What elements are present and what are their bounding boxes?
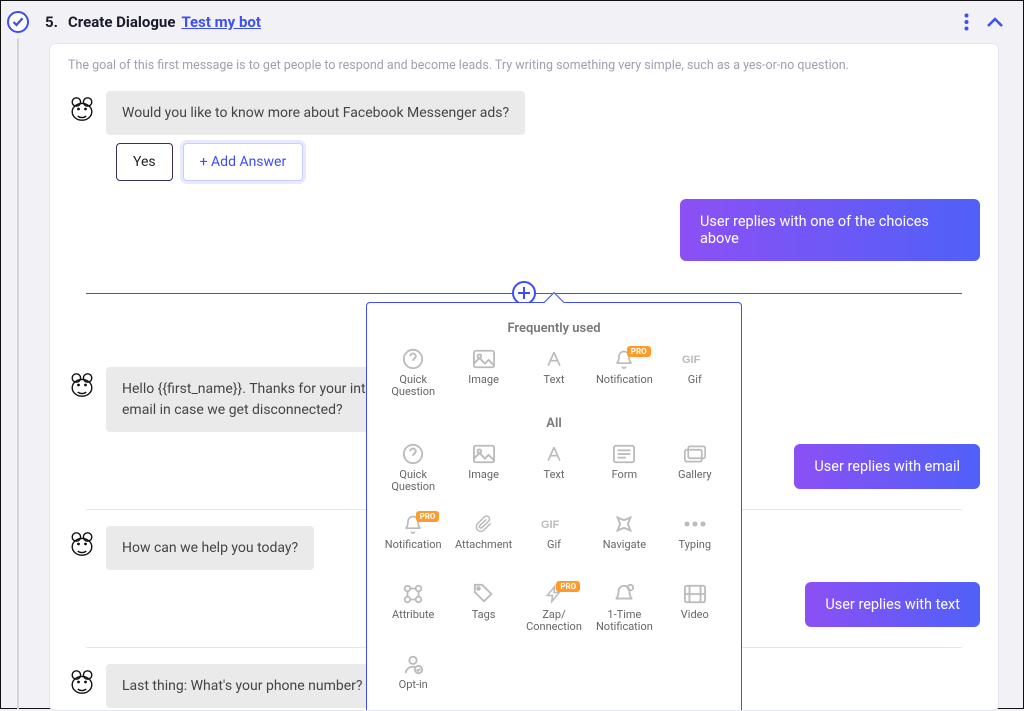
chevron-up-icon[interactable]	[987, 17, 1003, 27]
widget-tile-label: Navigate	[603, 539, 646, 551]
widget-tile-label: Zap/ Connection	[520, 609, 588, 633]
widget-tile-zap-connection[interactable]: PRO Zap/ Connection	[520, 583, 588, 641]
monkey-avatar-icon	[68, 95, 96, 123]
text-icon	[541, 443, 567, 465]
widget-tile-text[interactable]: Text	[520, 348, 588, 406]
popover-heading-frequent: Frequently used	[371, 321, 737, 336]
typing-icon	[682, 513, 708, 535]
pro-badge: PRO	[556, 581, 580, 592]
widget-tile-image[interactable]: Image	[449, 443, 517, 501]
bot-message[interactable]: Last thing: What's your phone number?	[106, 664, 379, 708]
widget-tile-form[interactable]: Form	[590, 443, 658, 501]
widget-tile-label: Video	[681, 609, 709, 621]
widget-tile-quick-question[interactable]: Quick Question	[379, 348, 447, 406]
form-icon	[611, 443, 637, 465]
widget-picker-popover: Frequently used Quick Question Image Text P…	[366, 302, 742, 711]
step-complete-check-icon	[7, 11, 29, 33]
add-answer-button[interactable]: + Add Answer	[183, 143, 304, 181]
widget-tile-notification[interactable]: PRO Notification	[590, 348, 658, 406]
image-icon	[471, 348, 497, 370]
image-icon	[471, 443, 497, 465]
svg-text:GIF: GIF	[541, 519, 560, 531]
widget-tile-gallery[interactable]: Gallery	[661, 443, 729, 501]
widget-tile-gif[interactable]: GIF Gif	[520, 513, 588, 571]
widget-tile-label: Opt-in	[399, 679, 428, 691]
step-title: Create Dialogue	[68, 13, 175, 31]
monkey-avatar-icon	[68, 371, 96, 399]
step-number: 5.	[45, 13, 58, 31]
widget-tile-label: Gallery	[678, 469, 712, 481]
widget-tile-label: Gif	[688, 374, 702, 386]
widget-tile-tags[interactable]: Tags	[449, 583, 517, 641]
widget-tile-label: Text	[544, 469, 565, 481]
one-time-notification-icon	[611, 583, 637, 605]
step-connector-line	[17, 38, 19, 709]
text-icon	[541, 348, 567, 370]
widget-tile-label: Typing	[679, 539, 711, 551]
svg-text:GIF: GIF	[682, 354, 701, 366]
monkey-avatar-icon	[68, 530, 96, 558]
widget-tile-label: 1-Time Notification	[590, 609, 658, 633]
video-icon	[682, 583, 708, 605]
widget-tile-notification[interactable]: PRO Notification	[379, 513, 447, 571]
gallery-icon	[682, 443, 708, 465]
dialogue-card: The goal of this first message is to get…	[49, 43, 999, 711]
widget-tile-label: Gif	[547, 539, 561, 551]
widget-tile-label: Quick Question	[379, 374, 447, 398]
gif-icon: GIF	[682, 348, 708, 370]
pro-badge: PRO	[627, 346, 651, 357]
widget-tile-gif[interactable]: GIF Gif	[661, 348, 729, 406]
pro-badge: PRO	[416, 511, 440, 522]
widget-tile-label: Text	[544, 374, 565, 386]
tags-icon	[471, 583, 497, 605]
widget-tile-label: Form	[612, 469, 638, 481]
test-my-bot-link[interactable]: Test my bot	[181, 13, 260, 31]
step-header: 5. Create Dialogue Test my bot	[1, 1, 1023, 43]
widget-tile-label: Attribute	[392, 609, 434, 621]
widget-tile-quick-question[interactable]: Quick Question	[379, 443, 447, 501]
widget-tile-navigate[interactable]: Navigate	[590, 513, 658, 571]
bot-message[interactable]: Would you like to know more about Facebo…	[106, 91, 525, 135]
gif-icon: GIF	[541, 513, 567, 535]
quick-question-icon	[400, 443, 426, 465]
attribute-icon	[400, 583, 426, 605]
widget-tile-typing[interactable]: Typing	[661, 513, 729, 571]
navigate-icon	[611, 513, 637, 535]
widget-tile-text[interactable]: Text	[520, 443, 588, 501]
widget-tile-label: Tags	[472, 609, 496, 621]
widget-tile-label: Image	[468, 374, 499, 386]
user-reply-pill: User replies with one of the choices abo…	[680, 199, 980, 261]
popover-heading-all: All	[371, 416, 737, 431]
bot-message[interactable]: How can we help you today?	[106, 526, 314, 570]
widget-tile-label: Notification	[385, 539, 442, 551]
monkey-avatar-icon	[68, 668, 96, 696]
user-reply-pill: User replies with text	[805, 582, 980, 627]
widget-tile-label: Notification	[596, 374, 653, 386]
widget-tile-attachment[interactable]: Attachment	[449, 513, 517, 571]
widget-tile-label: Quick Question	[379, 469, 447, 493]
quick-question-icon	[400, 348, 426, 370]
widget-tile-label: Image	[468, 469, 499, 481]
opt-in-icon	[400, 653, 426, 675]
widget-tile-video[interactable]: Video	[661, 583, 729, 641]
widget-tile-opt-in[interactable]: Opt-in	[379, 653, 447, 711]
hint-text: The goal of this first message is to get…	[68, 58, 980, 73]
user-reply-pill: User replies with email	[794, 444, 980, 489]
widget-tile-label: Attachment	[455, 539, 512, 551]
more-options-icon[interactable]	[964, 13, 969, 31]
answer-chip-yes[interactable]: Yes	[116, 143, 173, 181]
widget-tile-one-time-notification[interactable]: 1-Time Notification	[590, 583, 658, 641]
widget-tile-attribute[interactable]: Attribute	[379, 583, 447, 641]
attachment-icon	[471, 513, 497, 535]
widget-tile-image[interactable]: Image	[449, 348, 517, 406]
